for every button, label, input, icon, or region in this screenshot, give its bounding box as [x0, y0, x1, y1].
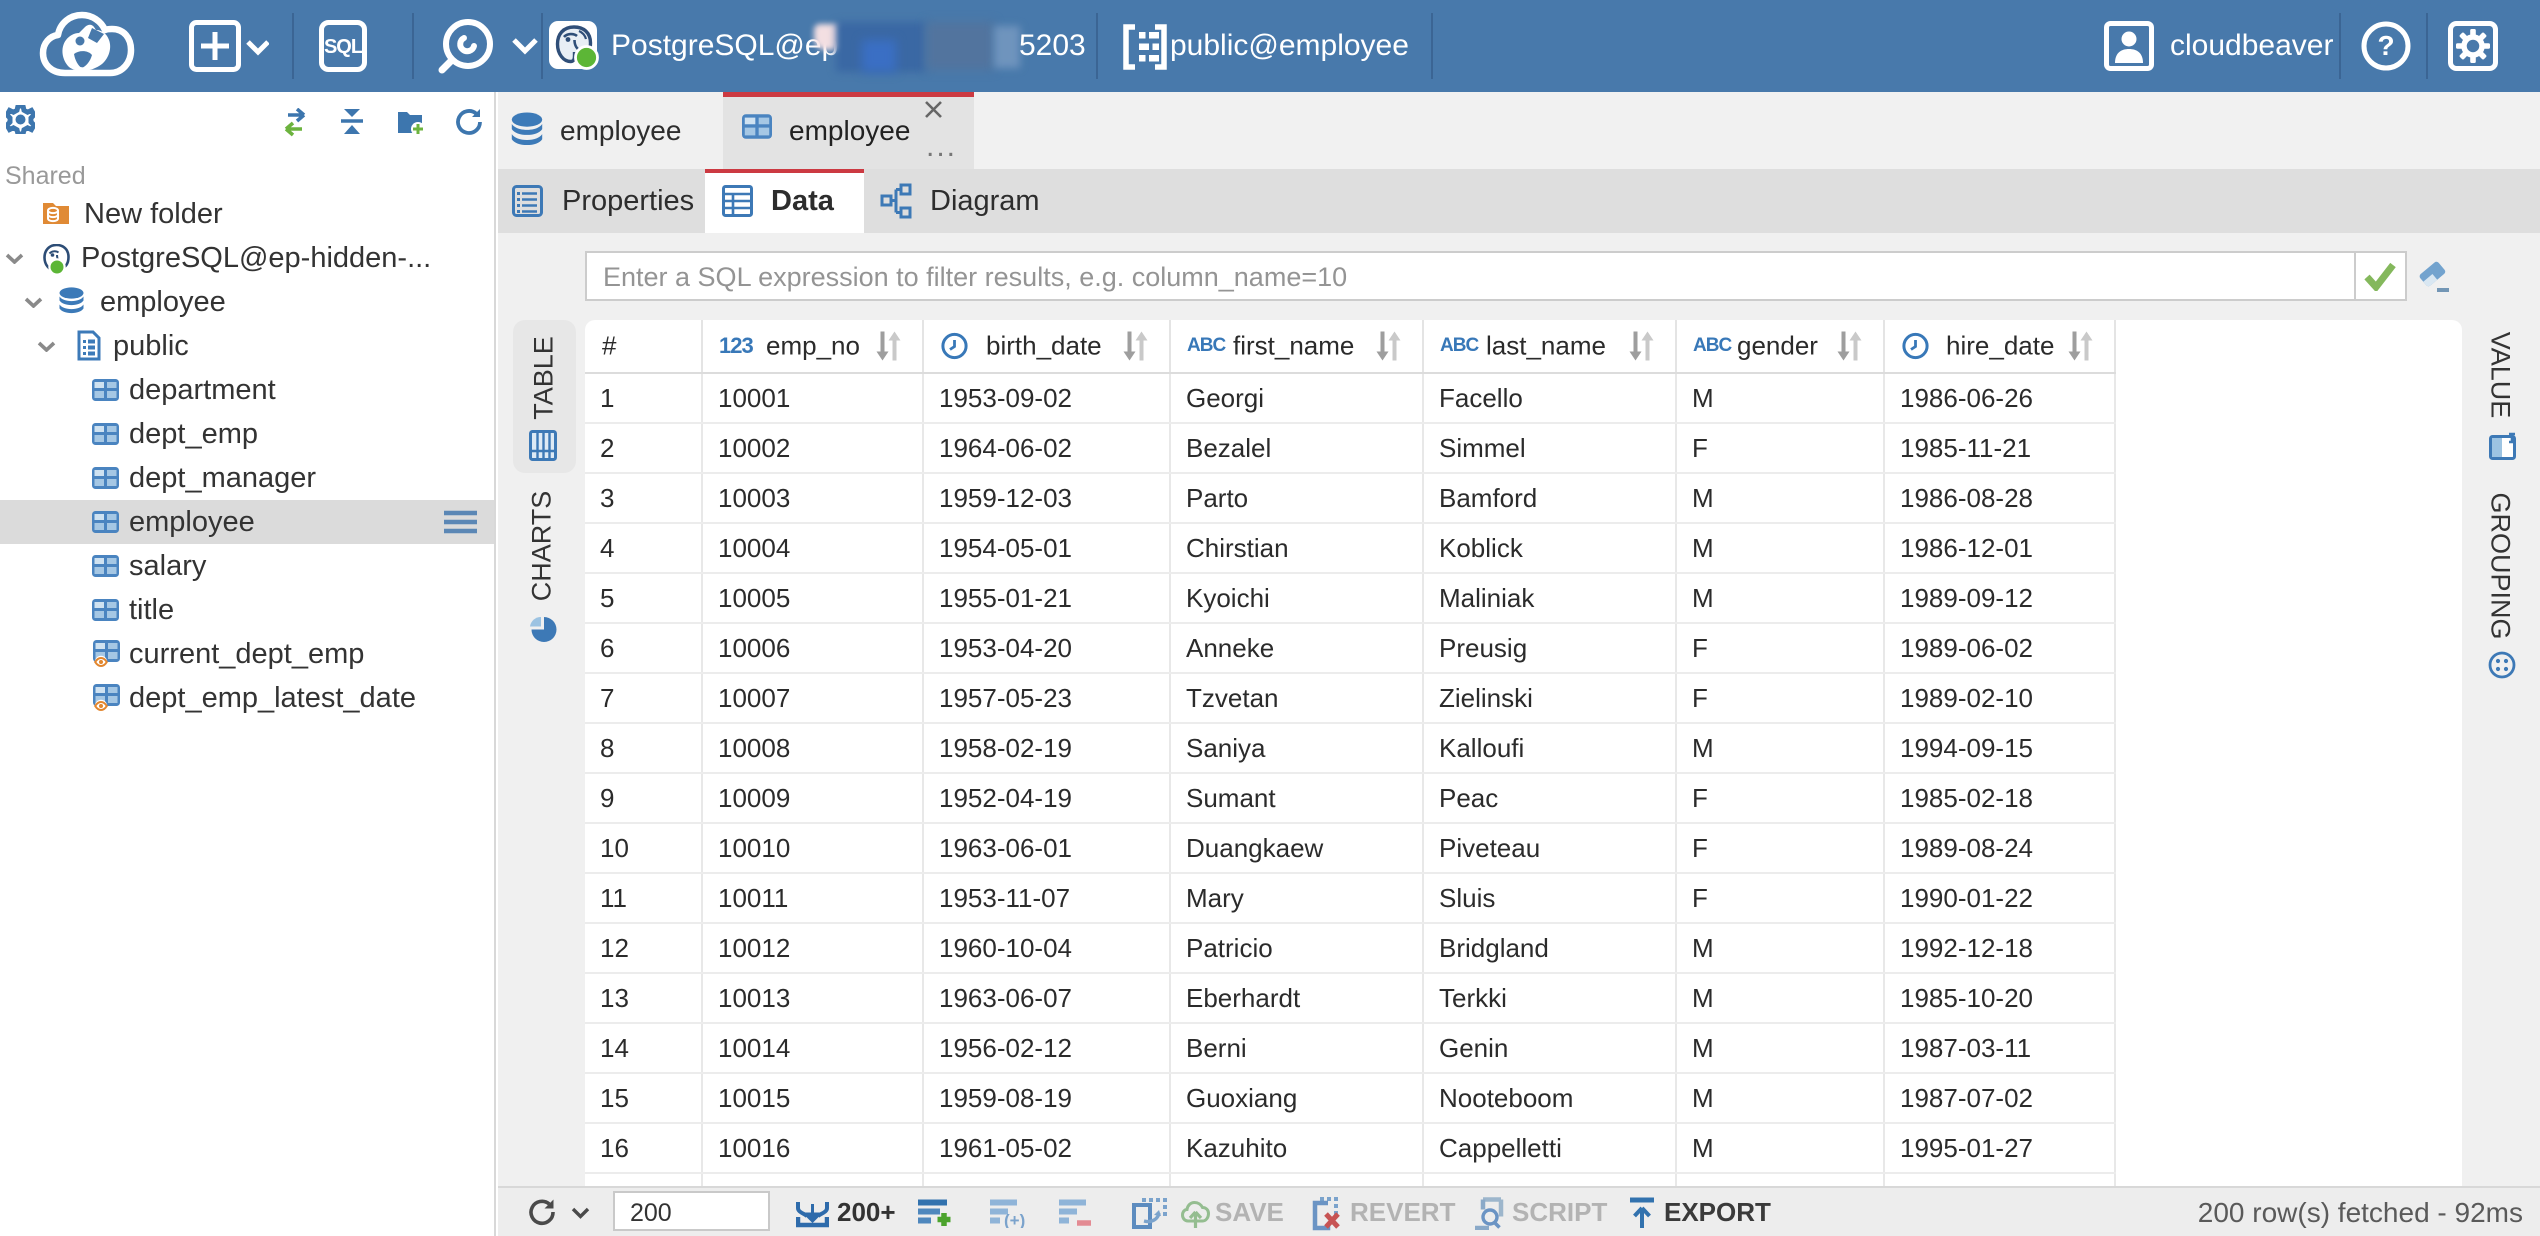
svg-text:?: ?	[2377, 30, 2394, 61]
svg-text:SQL: SQL	[324, 36, 363, 58]
svg-text:(+): (+)	[1004, 1211, 1025, 1228]
